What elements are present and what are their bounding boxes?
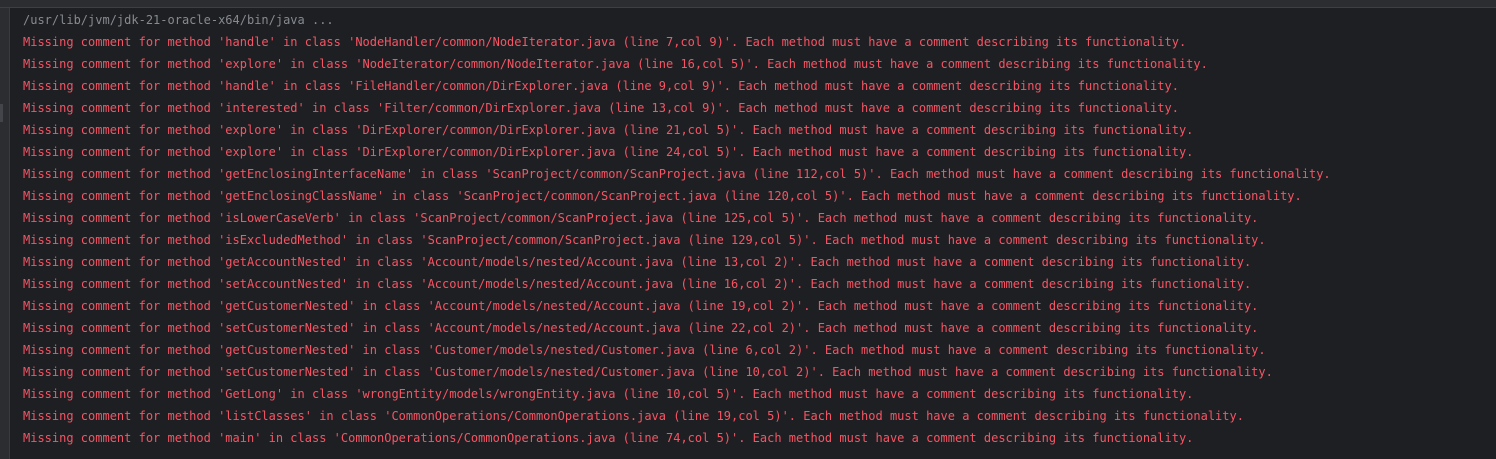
console-line: Missing comment for method 'GetLong' in … xyxy=(23,387,1194,401)
console-line: Missing comment for method 'getCustomerN… xyxy=(23,343,1266,357)
console-line: Missing comment for method 'getAccountNe… xyxy=(23,255,1252,269)
console-line: Missing comment for method 'setCustomerN… xyxy=(23,365,1273,379)
console-line: Missing comment for method 'explore' in … xyxy=(23,123,1194,137)
gutter-marker xyxy=(0,104,3,122)
console-line: Missing comment for method 'main' in cla… xyxy=(23,431,1194,445)
console-line: Missing comment for method 'isExcludedMe… xyxy=(23,233,1266,247)
console-line: Missing comment for method 'handle' in c… xyxy=(23,79,1179,93)
console-line: Missing comment for method 'getEnclosing… xyxy=(23,189,1302,203)
command-line[interactable]: /usr/lib/jvm/jdk-21-oracle-x64/bin/java … xyxy=(23,9,334,31)
console-line: Missing comment for method 'getEnclosing… xyxy=(23,167,1331,181)
console-line: Missing comment for method 'explore' in … xyxy=(23,57,1208,71)
console-line: Missing comment for method 'isLowerCaseV… xyxy=(23,211,1259,225)
console-line: Missing comment for method 'explore' in … xyxy=(23,145,1194,159)
console-top-border xyxy=(0,0,1496,8)
console-gutter xyxy=(0,8,10,459)
console-line: Missing comment for method 'getCustomerN… xyxy=(23,299,1259,313)
console-line: Missing comment for method 'listClasses'… xyxy=(23,409,1244,423)
console-line: Missing comment for method 'setCustomerN… xyxy=(23,321,1259,335)
console-output[interactable]: /usr/lib/jvm/jdk-21-oracle-x64/bin/java … xyxy=(10,8,1496,459)
run-console: /usr/lib/jvm/jdk-21-oracle-x64/bin/java … xyxy=(0,0,1496,459)
console-line: Missing comment for method 'setAccountNe… xyxy=(23,277,1252,291)
console-line: Missing comment for method 'interested' … xyxy=(23,101,1179,115)
console-line: Missing comment for method 'handle' in c… xyxy=(23,35,1187,49)
